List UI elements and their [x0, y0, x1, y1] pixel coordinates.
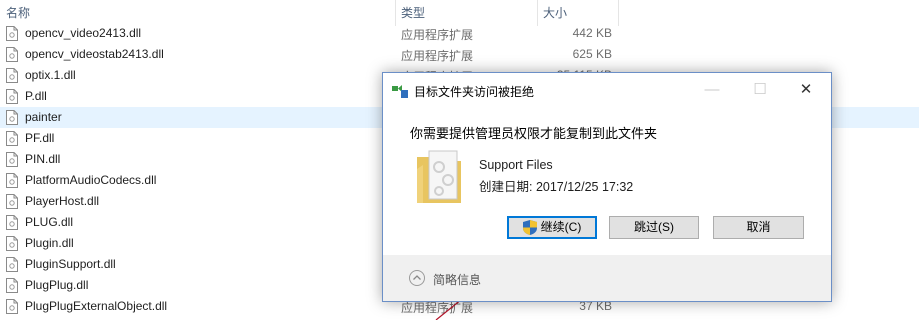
- file-icon: [6, 173, 18, 188]
- maximize-button: ☐: [753, 81, 767, 98]
- file-name: painter: [25, 110, 62, 124]
- file-icon: [6, 257, 18, 272]
- access-denied-dialog: 目标文件夹访问被拒绝 — ☐ ✕ 你需要提供管理员权限才能复制到此文件夹 Sup…: [382, 72, 832, 302]
- file-icon: [6, 299, 18, 314]
- dialog-titlebar[interactable]: 目标文件夹访问被拒绝 — ☐ ✕: [383, 73, 831, 109]
- details-toggle[interactable]: 简略信息: [433, 271, 481, 288]
- item-name: Support Files: [479, 158, 553, 172]
- cancel-button[interactable]: 取消: [713, 216, 804, 239]
- file-name: PluginSupport.dll: [25, 257, 116, 271]
- file-name: opencv_videostab2413.dll: [25, 47, 164, 61]
- file-name: PlugPlug.dll: [25, 278, 89, 292]
- file-name: Plugin.dll: [25, 236, 74, 250]
- file-name: PlugPlugExternalObject.dll: [25, 299, 168, 313]
- continue-button[interactable]: 继续(C): [507, 216, 597, 239]
- copy-icon: [392, 85, 408, 98]
- file-icon: [6, 110, 18, 125]
- close-button[interactable]: ✕: [783, 77, 829, 103]
- column-type[interactable]: 类型: [401, 4, 425, 21]
- file-icon: [6, 215, 18, 230]
- file-size: 442 KB: [572, 26, 612, 40]
- file-name: PlayerHost.dll: [25, 194, 100, 208]
- file-size: 625 KB: [572, 47, 612, 61]
- file-icon: [6, 89, 18, 104]
- dialog-title: 目标文件夹访问被拒绝: [414, 85, 535, 99]
- dialog-footer: 简略信息: [383, 255, 831, 301]
- minimize-button: —: [704, 81, 720, 98]
- chevron-up-icon[interactable]: [409, 270, 425, 286]
- file-name: PIN.dll: [25, 152, 61, 166]
- file-name: PlatformAudioCodecs.dll: [25, 173, 157, 187]
- item-date: 创建日期: 2017/12/25 17:32: [479, 180, 634, 194]
- file-icon: [6, 236, 18, 251]
- skip-button[interactable]: 跳过(S): [609, 216, 699, 239]
- shield-icon: [522, 220, 537, 236]
- file-name: P.dll: [25, 89, 47, 103]
- file-type: 应用程序扩展: [401, 49, 474, 63]
- continue-label: 继续(C): [540, 220, 582, 234]
- file-name: PLUG.dll: [25, 215, 74, 229]
- file-icon: [6, 194, 18, 209]
- file-icon: [6, 131, 18, 146]
- file-icon: [6, 278, 18, 293]
- file-icon: [6, 152, 18, 167]
- file-row[interactable]: opencv_video2413.dll 应用程序扩展 442 KB: [0, 23, 919, 44]
- file-name: PF.dll: [25, 131, 55, 145]
- folder-icon: [417, 150, 461, 203]
- file-type: 应用程序扩展: [401, 28, 474, 42]
- file-icon: [6, 68, 18, 83]
- column-size[interactable]: 大小: [543, 4, 567, 21]
- column-name[interactable]: 名称: [6, 4, 30, 21]
- file-name: opencv_video2413.dll: [25, 26, 142, 40]
- file-row[interactable]: opencv_videostab2413.dll 应用程序扩展 625 KB: [0, 44, 919, 65]
- dialog-message: 你需要提供管理员权限才能复制到此文件夹: [410, 126, 658, 141]
- file-name: optix.1.dll: [25, 68, 76, 82]
- file-icon: [6, 26, 18, 41]
- file-icon: [6, 47, 18, 62]
